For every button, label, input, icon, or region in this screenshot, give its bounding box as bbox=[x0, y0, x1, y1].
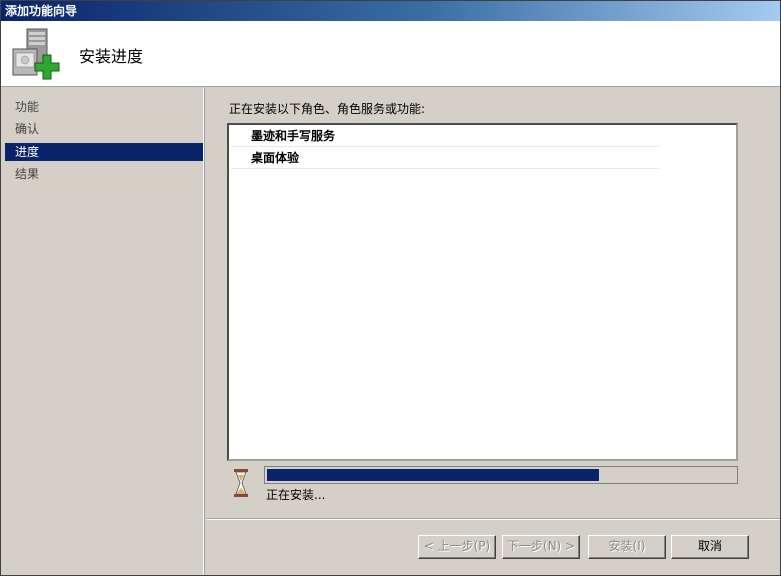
sidebar-item-results[interactable]: 结果 bbox=[5, 165, 203, 183]
install-items-list[interactable]: 墨迹和手写服务 桌面体验 bbox=[227, 123, 738, 461]
back-button[interactable]: < 上一步(P) bbox=[418, 535, 496, 559]
install-progress-bar bbox=[264, 466, 738, 484]
sidebar-item-confirm[interactable]: 确认 bbox=[5, 120, 203, 138]
title-bar: 添加功能向导 bbox=[1, 1, 780, 21]
page-title: 安装进度 bbox=[79, 47, 144, 66]
footer-divider bbox=[207, 518, 780, 520]
sidebar-item-progress[interactable]: 进度 bbox=[5, 143, 203, 161]
wizard-steps-sidebar: 功能 确认 进度 结果 bbox=[1, 88, 204, 575]
hourglass-icon bbox=[234, 469, 248, 497]
install-prompt: 正在安装以下角色、角色服务或功能: bbox=[229, 102, 426, 116]
progress-fill bbox=[267, 469, 600, 481]
server-add-icon bbox=[12, 28, 60, 80]
cancel-button[interactable]: 取消 bbox=[671, 535, 749, 559]
main-content: 正在安装以下角色、角色服务或功能: 墨迹和手写服务 桌面体验 正在安装... bbox=[207, 88, 780, 518]
sidebar-item-features[interactable]: 功能 bbox=[5, 98, 203, 116]
next-button[interactable]: 下一步(N) > bbox=[502, 535, 580, 559]
install-status: 正在安装... bbox=[266, 488, 326, 502]
list-item: 桌面体验 bbox=[231, 147, 659, 169]
wizard-window: 添加功能向导 安装进度 功能 确认 进度 结果 正在安装以下角色、角色服务或功能… bbox=[0, 0, 781, 576]
install-button[interactable]: 安装(I) bbox=[588, 535, 666, 559]
list-item: 墨迹和手写服务 bbox=[231, 125, 659, 147]
wizard-header: 安装进度 bbox=[1, 21, 780, 87]
